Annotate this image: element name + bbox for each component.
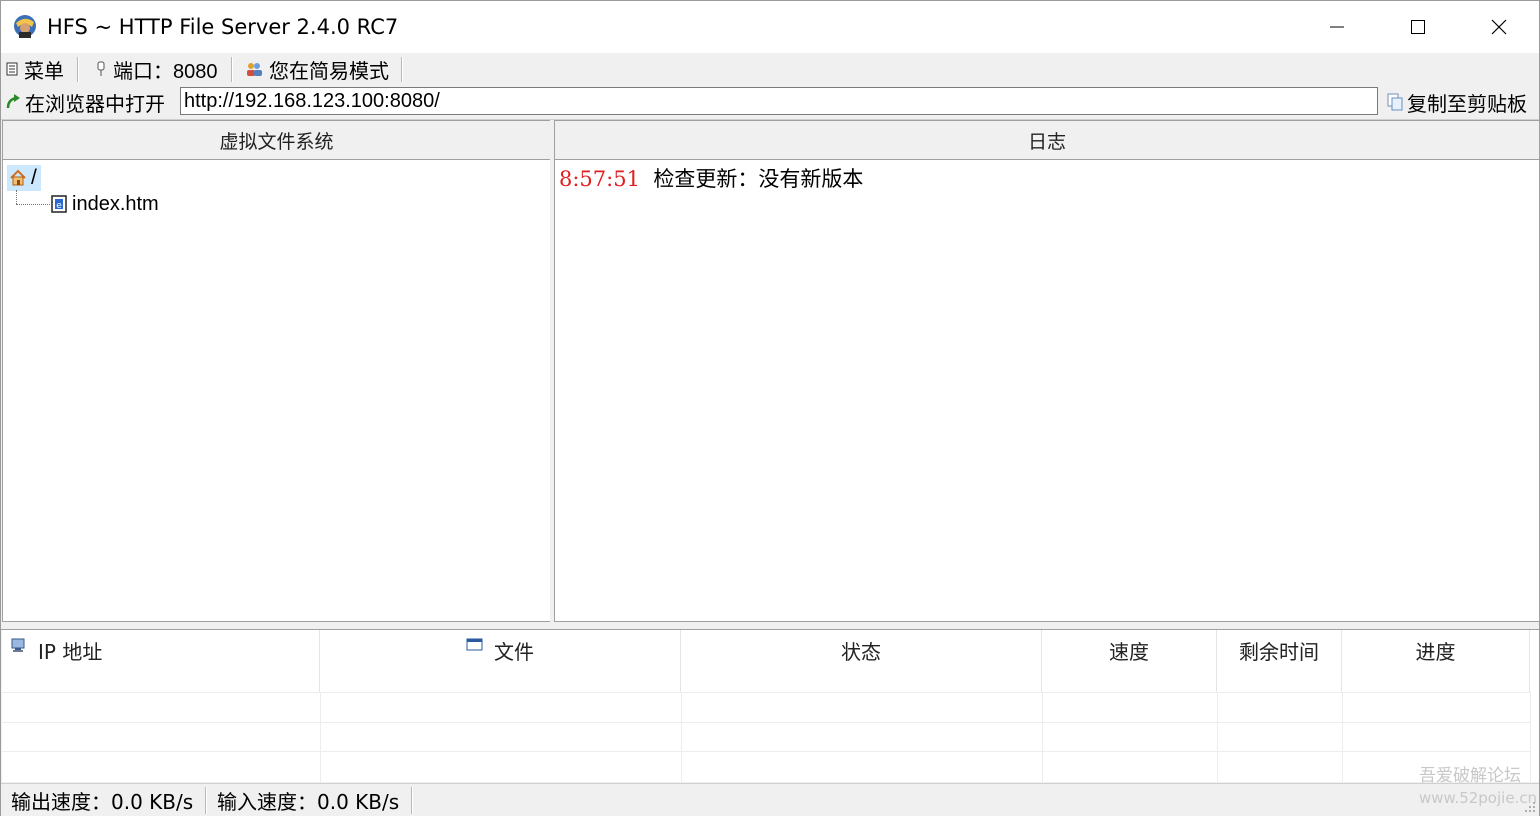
port-button[interactable]: 端口：8080 [95,53,218,85]
column-divider [1042,692,1043,782]
column-ip-label: IP 地址 [38,640,103,664]
column-divider [1217,692,1218,782]
output-speed: 输出速度：0.0 KB/s [11,789,194,814]
menu-button[interactable]: 菜单 [6,53,64,85]
close-button[interactable] [1459,1,1539,53]
column-status-label: 状态 [841,640,881,664]
minimize-button[interactable] [1297,1,1377,53]
mode-label: 您在简易模式 [269,58,389,83]
connections-header: IP 地址 文件 状态 速度 剩余时间 进度 [2,630,1539,692]
vfs-file-label: index.htm [72,192,159,215]
users-icon [247,63,262,76]
open-in-browser-button[interactable]: 在浏览器中打开 [5,85,165,119]
column-header-status[interactable]: 状态 [681,630,1042,692]
table-row [2,722,1530,723]
copy-icon [1387,93,1403,111]
window-title: HFS ~ HTTP File Server 2.4.0 RC7 [47,15,399,39]
port-label: 端口：8080 [113,58,218,83]
status-divider [205,787,207,814]
title-bar[interactable]: HFS ~ HTTP File Server 2.4.0 RC7 [1,1,1539,53]
status-divider [411,787,413,814]
watermark-title: 吾爱破解论坛 [1419,766,1521,786]
input-speed: 输入速度：0.0 KB/s [217,789,400,814]
log-panel: 日志 8:57:51 检查更新：没有新版本 [554,120,1540,622]
plug-icon [97,61,105,76]
watermark: 吾爱破解论坛 www.52pojie.cn [1419,765,1537,809]
maximize-icon [1411,20,1425,34]
url-field[interactable]: http://192.168.123.100:8080/ [180,87,1378,115]
log-entry: 8:57:51 检查更新：没有新版本 [559,165,863,193]
toolbar-divider [231,57,233,82]
minimize-icon [1330,26,1344,28]
copy-to-clipboard-button[interactable]: 复制至剪贴板 [1387,85,1527,119]
vfs-panel: 虚拟文件系统 / e index.htm [2,120,551,622]
toolbar-divider [77,57,79,82]
menu-icon [6,62,18,76]
computer-icon [11,638,25,652]
hfs-app-icon [12,13,38,39]
column-divider [320,692,321,782]
column-header-progress[interactable]: 进度 [1342,630,1530,692]
log-entry-message: 检查更新：没有新版本 [653,167,864,191]
url-bar: 在浏览器中打开 http://192.168.123.100:8080/ 复制至… [1,85,1539,120]
file-window-icon [466,638,483,651]
mode-button[interactable]: 您在简易模式 [245,53,389,85]
column-remaining-label: 剩余时间 [1239,640,1319,664]
column-divider [681,692,682,782]
html-file-icon: e [51,195,67,213]
port-value: 8080 [173,60,218,83]
home-icon [10,169,26,186]
horizontal-splitter[interactable] [1,622,1539,630]
status-bar: 输出速度：0.0 KB/s 输入速度：0.0 KB/s [1,783,1539,816]
vfs-root-label: / [31,166,37,189]
tree-connector [16,190,17,204]
log-header: 日志 [555,121,1539,160]
close-icon [1491,19,1507,35]
table-row [2,692,1530,693]
column-file-label: 文件 [494,640,534,664]
column-header-ip[interactable]: IP 地址 [2,630,320,692]
toolbar-divider [401,57,403,82]
table-row [2,751,1530,752]
menu-label: 菜单 [24,58,64,83]
app-window: HFS ~ HTTP File Server 2.4.0 RC7 菜单 端口：8… [0,0,1540,816]
log-entry-time: 8:57:51 [559,167,640,191]
vfs-root-node[interactable]: / [7,165,41,191]
column-header-file[interactable]: 文件 [320,630,681,692]
tree-connector [16,204,50,205]
copy-to-clipboard-label: 复制至剪贴板 [1407,91,1527,116]
column-divider [1342,692,1343,782]
column-speed-label: 速度 [1109,640,1149,664]
open-browser-icon [6,94,20,109]
maximize-button[interactable] [1378,1,1458,53]
connections-table: IP 地址 文件 状态 速度 剩余时间 进度 [2,630,1539,782]
column-progress-label: 进度 [1415,640,1456,664]
vfs-root-selection: / [7,165,41,191]
column-header-speed[interactable]: 速度 [1042,630,1217,692]
svg-text:e: e [56,201,62,211]
vfs-file-item[interactable]: e index.htm [51,191,159,217]
column-header-remaining[interactable]: 剩余时间 [1217,630,1342,692]
main-toolbar: 菜单 端口：8080 您在简易模式 [1,53,1539,86]
watermark-url: www.52pojie.cn [1419,789,1538,807]
vfs-header: 虚拟文件系统 [3,121,550,160]
open-in-browser-label: 在浏览器中打开 [25,91,165,116]
